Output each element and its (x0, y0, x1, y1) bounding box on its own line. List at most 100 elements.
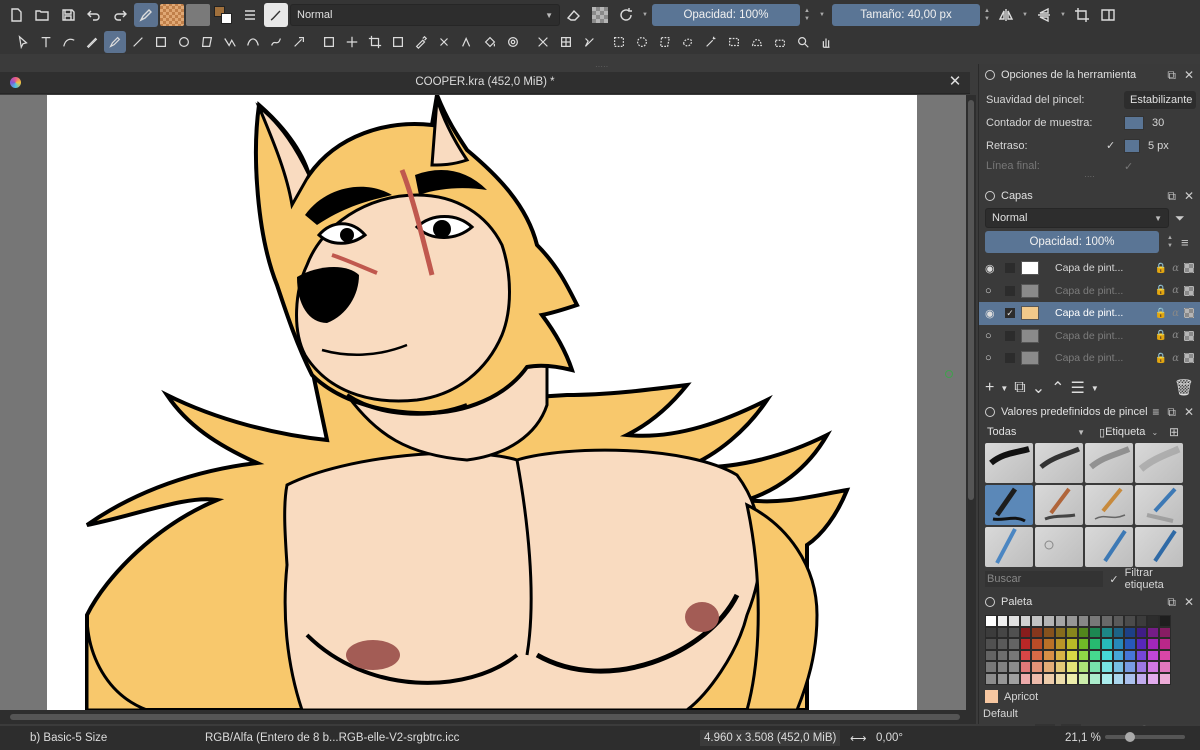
eye-hidden-icon[interactable]: ○ (985, 330, 999, 342)
alpha-lock-icon[interactable]: α (1172, 263, 1179, 274)
palette-swatch[interactable] (1135, 661, 1148, 673)
measure-tool-icon[interactable] (532, 31, 554, 53)
inherit-alpha-icon[interactable] (1184, 285, 1194, 296)
brush-preset[interactable] (985, 527, 1033, 567)
palette-swatch[interactable] (1100, 626, 1113, 639)
document-title[interactable]: COOPER.kra (452,0 MiB) * (0, 76, 970, 88)
palette-swatch[interactable] (1019, 661, 1032, 673)
chevron-down-icon[interactable]: ▼ (1000, 384, 1008, 393)
palette-swatch[interactable] (1135, 672, 1148, 685)
eraser-icon[interactable] (562, 3, 586, 27)
sample-count-value[interactable]: 30 (1152, 117, 1164, 129)
layer-name[interactable]: Capa de pint... (1055, 262, 1131, 274)
palette-swatch[interactable] (1158, 672, 1171, 685)
palette-swatch[interactable] (996, 672, 1009, 685)
size-slider[interactable]: Tamaño: 40,00 px (832, 4, 980, 26)
palette-swatch[interactable] (1066, 649, 1078, 662)
palette-swatch[interactable] (1112, 661, 1125, 673)
palette-swatch[interactable] (1054, 626, 1067, 639)
canvas-viewport[interactable] (0, 95, 966, 710)
palette-swatch[interactable] (1147, 661, 1159, 673)
background-color[interactable] (221, 13, 232, 24)
vertical-scrollbar[interactable] (966, 95, 976, 710)
move-layer-down-icon[interactable]: ⌄ (1032, 378, 1045, 398)
palette-swatch[interactable] (1089, 672, 1101, 685)
magnetic-select-icon[interactable] (769, 31, 791, 53)
status-image-size[interactable]: 4.960 x 3.508 (452,0 MiB) (700, 730, 841, 746)
layer-row[interactable]: ○ Capa de pint... 🔒 α (979, 325, 1200, 348)
palette-swatch[interactable] (1100, 672, 1113, 685)
eye-hidden-icon[interactable]: ○ (985, 285, 999, 297)
palette-swatch[interactable] (1031, 638, 1043, 650)
lock-icon[interactable]: 🔒 (1155, 308, 1167, 319)
text-tool-icon[interactable] (35, 31, 57, 53)
brush-preset[interactable] (1135, 485, 1183, 525)
palette-swatch[interactable] (1054, 661, 1067, 673)
palette-swatch[interactable] (1008, 638, 1020, 650)
layer-select-checkbox[interactable] (1005, 353, 1015, 364)
palette-swatch[interactable] (1019, 626, 1032, 639)
opacity-spinner[interactable]: ▲ ▼ (802, 4, 812, 26)
alpha-lock-icon[interactable]: α (1172, 353, 1179, 364)
palette-swatch[interactable] (985, 649, 997, 662)
close-icon[interactable]: ✕ (1184, 595, 1194, 610)
palette-swatch[interactable] (1147, 626, 1159, 639)
polygon-tool-icon[interactable] (196, 31, 218, 53)
layer-row[interactable]: ◉ Capa de pint... 🔒 α (979, 257, 1200, 280)
palette-swatch[interactable] (1008, 649, 1020, 662)
palette-swatch[interactable] (1089, 649, 1101, 662)
palette-swatch[interactable] (1054, 672, 1067, 685)
palette-swatch[interactable] (1135, 626, 1148, 639)
brush-search-input[interactable]: Buscar (985, 571, 1104, 587)
new-document-icon[interactable] (4, 3, 28, 27)
palette-swatch[interactable] (1147, 649, 1159, 662)
palette-swatch[interactable] (1019, 672, 1032, 685)
brush-preset-selected[interactable] (985, 485, 1033, 525)
polyline-tool-icon[interactable] (219, 31, 241, 53)
palette-swatch[interactable] (1147, 638, 1159, 650)
layer-row[interactable]: ○ Capa de pint... 🔒 α (979, 347, 1200, 370)
palette-swatch[interactable] (985, 615, 997, 627)
layer-select-checkbox[interactable] (1005, 330, 1015, 341)
close-icon[interactable]: ✕ (1184, 189, 1194, 204)
lock-icon[interactable] (985, 191, 995, 201)
polygon-select-icon[interactable] (654, 31, 676, 53)
palette-swatch[interactable] (1100, 649, 1113, 662)
palette-swatch[interactable] (1066, 672, 1078, 685)
palette-swatch[interactable] (1124, 638, 1136, 650)
undo-icon[interactable] (82, 3, 106, 27)
palette-swatch[interactable] (1100, 661, 1113, 673)
save-icon[interactable] (56, 3, 80, 27)
palette-swatch[interactable] (1008, 626, 1020, 639)
brush-preset[interactable] (1085, 485, 1133, 525)
status-zoom[interactable]: 21,1 % (1065, 732, 1101, 744)
palette-swatch[interactable] (1089, 661, 1101, 673)
layer-name[interactable]: Capa de pint... (1055, 330, 1131, 342)
palette-swatch[interactable] (1112, 649, 1125, 662)
lock-icon[interactable]: 🔒 (1155, 285, 1167, 296)
freehand-brush-icon[interactable] (104, 31, 126, 53)
brush-preset[interactable] (1085, 443, 1133, 483)
palette-swatch[interactable] (996, 649, 1009, 662)
palette-swatch[interactable] (985, 638, 997, 650)
preserve-alpha-icon[interactable] (588, 3, 612, 27)
palette-swatch[interactable] (985, 661, 997, 673)
palette-swatch[interactable] (1124, 615, 1136, 627)
delay-slider[interactable] (1124, 138, 1140, 153)
float-icon[interactable]: ⧉ (1167, 189, 1176, 204)
bezier-tool-icon[interactable] (242, 31, 264, 53)
palette-swatch[interactable] (1147, 615, 1159, 627)
brush-preset-icon[interactable] (264, 3, 288, 27)
brush-preset[interactable] (1035, 485, 1083, 525)
assistant-tool-icon[interactable] (456, 31, 478, 53)
palette-swatch[interactable] (1066, 661, 1078, 673)
lock-icon[interactable]: 🔒 (1155, 353, 1167, 364)
palette-swatch[interactable] (1042, 649, 1055, 662)
palette-swatch[interactable] (1019, 638, 1032, 650)
wrap-around-icon[interactable] (1070, 3, 1094, 27)
mirror-vertical-icon[interactable] (1032, 3, 1056, 27)
palette-swatch[interactable] (996, 615, 1009, 627)
palette-swatch[interactable] (1135, 615, 1148, 627)
layer-properties-icon[interactable]: ☰ (1071, 378, 1085, 398)
palette-swatch[interactable] (1158, 626, 1171, 639)
